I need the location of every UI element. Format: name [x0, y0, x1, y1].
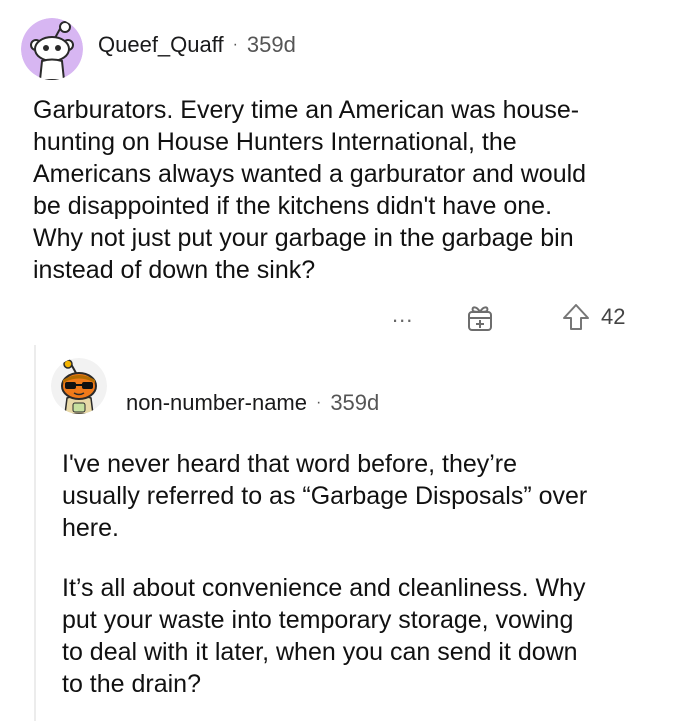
username[interactable]: non-number-name	[126, 390, 307, 416]
comment-actions: ... 42	[0, 300, 700, 336]
meta-separator: ·	[315, 394, 322, 411]
meta-separator: ·	[232, 36, 238, 53]
user-avatar[interactable]	[21, 18, 83, 80]
comment-age: 359d	[330, 390, 380, 415]
comment-line: here.	[62, 514, 119, 542]
reddit-snoo-avatar-icon	[21, 18, 83, 80]
comment-body: Garburators. Every time an American was …	[33, 94, 683, 286]
comment-line: hunting on House Hunters International, …	[33, 128, 517, 156]
comment-line: Garburators. Every time an American was …	[33, 96, 580, 124]
comment-line: to deal with it later, when you can send…	[62, 638, 578, 666]
comment-line: It’s all about convenience and cleanline…	[62, 574, 586, 602]
comment-line: Americans always wanted a garburator and…	[33, 160, 587, 188]
comment-line: Why not just put your garbage in the gar…	[33, 224, 574, 252]
comment-body: I've never heard that word before, they’…	[62, 448, 682, 700]
comment-queef-quaff: Queef_Quaff · 359d Garburators. Every ti…	[0, 0, 700, 345]
comment-meta: Queef_Quaff · 359d	[98, 30, 296, 60]
comment-line: put your waste into temporary storage, v…	[62, 606, 574, 634]
comment-non-number-name: non-number-name · 359d I've never heard …	[0, 345, 700, 721]
more-options-button[interactable]: ...	[392, 302, 413, 328]
gift-award-icon	[468, 306, 492, 331]
comment-line: to the drain?	[62, 670, 201, 698]
more-options-icon: ...	[392, 302, 414, 327]
comment-line: I've never heard that word before, they’…	[62, 450, 518, 478]
comment-line: be disappointed if the kitchens didn't h…	[33, 192, 553, 220]
award-button[interactable]	[462, 300, 498, 336]
comment-paragraph: It’s all about convenience and cleanline…	[62, 572, 682, 700]
upvote-button[interactable]: 42	[559, 300, 625, 334]
user-avatar[interactable]	[51, 358, 107, 414]
comment-meta: non-number-name · 359d	[126, 388, 379, 418]
snoo-sunglasses-avatar-icon	[51, 358, 107, 414]
comment-line: usually referred to as “Garbage Disposal…	[62, 482, 588, 510]
comment-paragraph: I've never heard that word before, they’…	[62, 448, 682, 544]
comment-line: instead of down the sink?	[33, 256, 316, 284]
comment-age: 359d	[246, 32, 296, 57]
vote-score: 42	[601, 304, 626, 329]
upvote-arrow-icon	[563, 304, 589, 330]
username[interactable]: Queef_Quaff	[98, 32, 224, 58]
